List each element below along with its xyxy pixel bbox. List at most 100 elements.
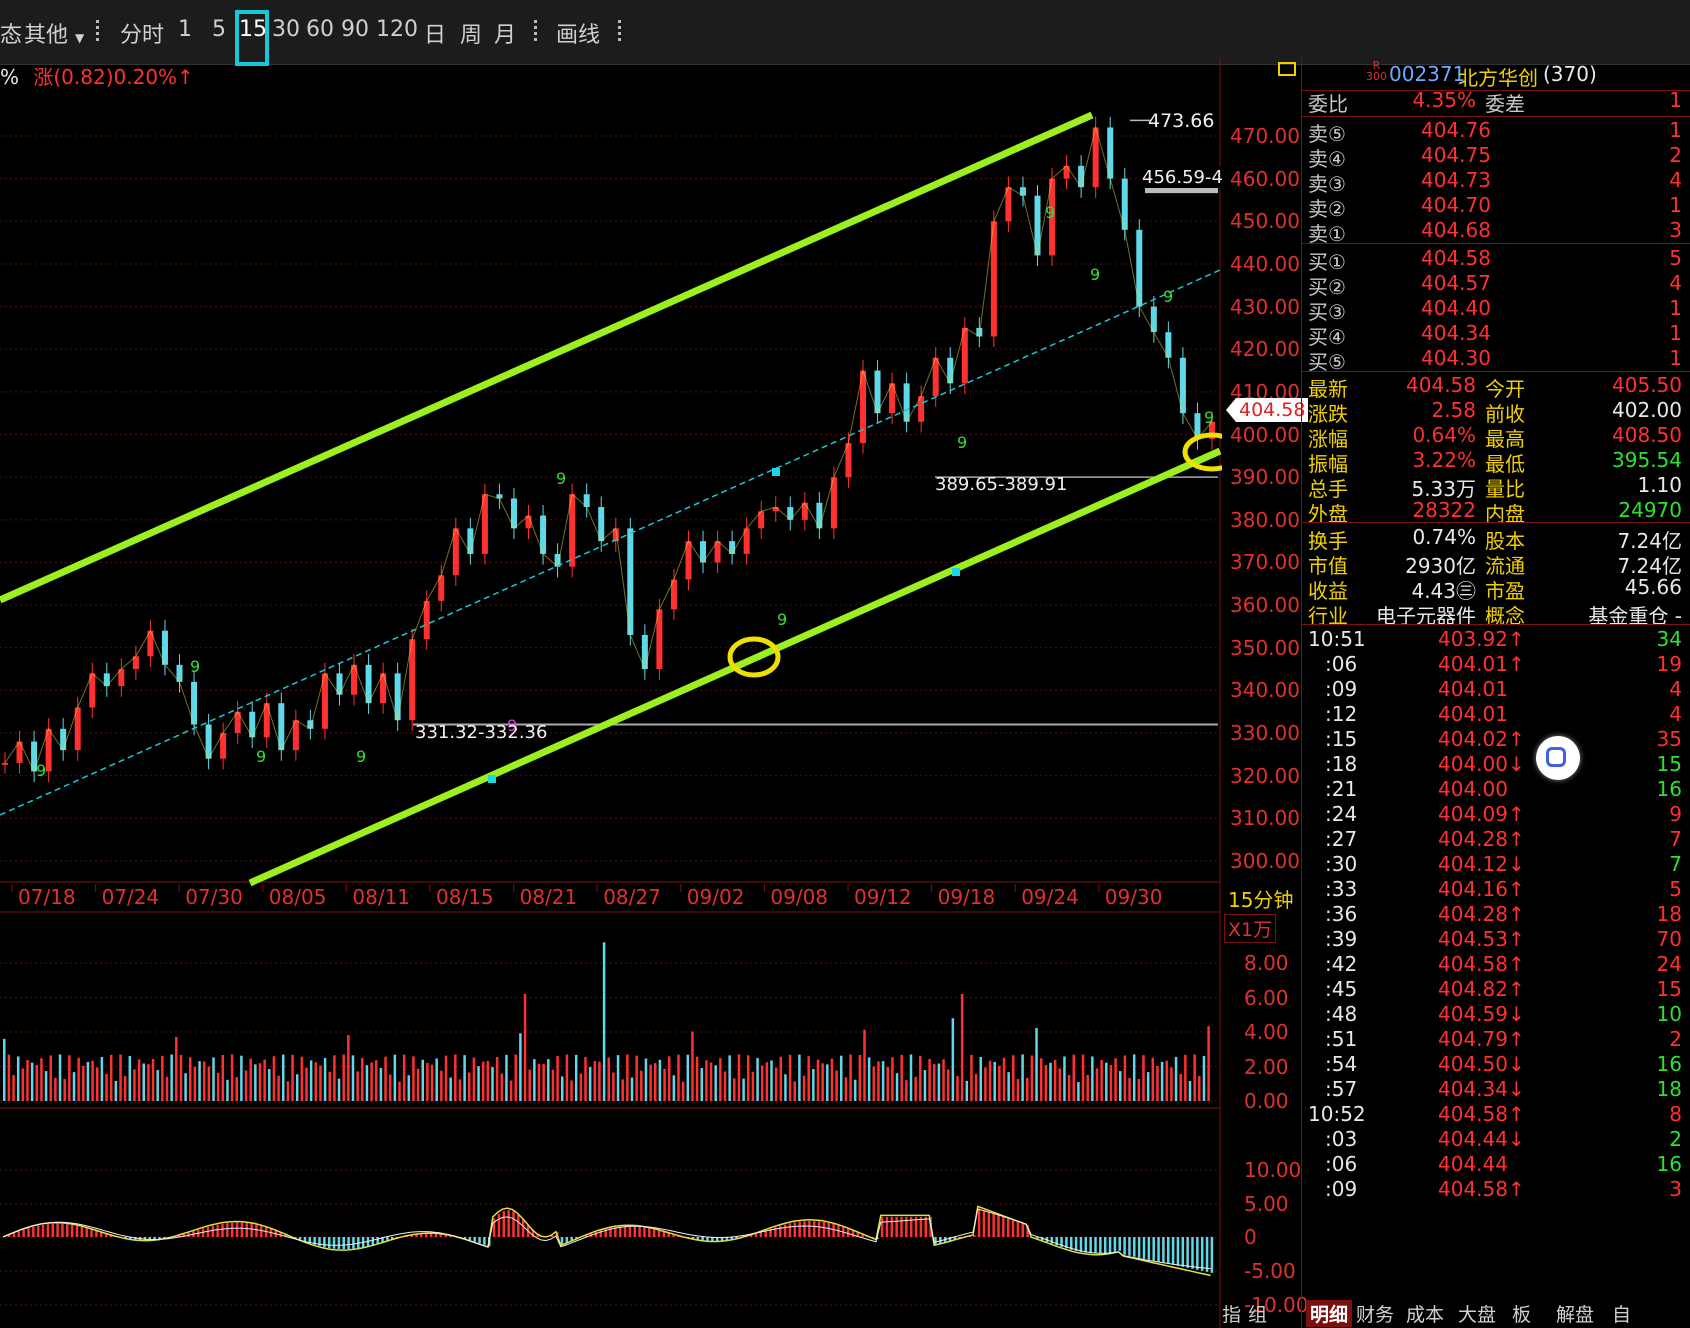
volume-bar <box>477 1066 480 1101</box>
volume-bar <box>179 1054 183 1101</box>
bottom-tab[interactable]: 成本 <box>1406 1300 1444 1327</box>
bottom-tab[interactable]: 解盘 <box>1556 1300 1594 1327</box>
toolbar-item-day[interactable]: 日 <box>424 17 446 49</box>
tick-time: :54 <box>1325 1052 1358 1076</box>
bottom-tab[interactable]: 自 <box>1612 1300 1631 1327</box>
volume-bar <box>993 1061 996 1101</box>
indicator-bar <box>1108 1237 1112 1253</box>
indicator-bar <box>638 1226 641 1237</box>
volume-bar <box>640 1070 643 1101</box>
volume-bar <box>951 1018 955 1101</box>
volume-bar <box>965 1080 969 1101</box>
ask-price: 404.73 <box>1421 168 1491 192</box>
volume-bar <box>840 1055 843 1101</box>
toolbar-item-month[interactable]: 月 <box>494 17 516 49</box>
volume-bar <box>21 1068 25 1101</box>
bid-level-row[interactable]: 买⑤ 404.30 1 <box>1301 346 1690 374</box>
volume-bar <box>570 1080 573 1101</box>
toolbar-item-90min[interactable]: 90 <box>341 17 369 42</box>
volume-bar <box>909 1054 913 1101</box>
td-count-marker: 9 <box>1204 408 1214 427</box>
volume-bar <box>189 1057 192 1101</box>
price-tick-label: 370.00 <box>1230 550 1300 575</box>
indicator-bar <box>779 1225 782 1237</box>
divider <box>1301 624 1690 625</box>
tick-volume: 16 <box>1656 1152 1682 1176</box>
ask-level-row[interactable]: 卖② 404.70 1 <box>1301 193 1690 221</box>
price-trace-line <box>4 125 1213 773</box>
bid-price: 404.58 <box>1421 246 1491 270</box>
tick-time: :33 <box>1325 877 1358 901</box>
indicator-bar <box>1099 1237 1102 1254</box>
bid-volume: 1 <box>1669 321 1682 345</box>
bottom-tab[interactable]: 板 <box>1512 1300 1531 1327</box>
volume-bar <box>891 1057 894 1101</box>
volume-bar <box>681 1081 685 1101</box>
bottom-tab[interactable]: 组 <box>1248 1300 1267 1327</box>
toolbar-item-120min[interactable]: 120 <box>376 17 418 42</box>
indicator-tick-label: 0 <box>1244 1225 1257 1249</box>
bid-level-row[interactable]: 买③ 404.40 1 <box>1301 296 1690 324</box>
volume-bar <box>54 1077 57 1101</box>
stat-value: 402.00 <box>1612 398 1682 422</box>
bottom-tab[interactable]: 明细 <box>1306 1300 1353 1327</box>
bottom-tab[interactable]: 大盘 <box>1458 1300 1496 1327</box>
bottom-tab[interactable]: 指 <box>1222 1300 1241 1327</box>
ask-level-row[interactable]: 卖⑤ 404.76 1 <box>1301 118 1690 146</box>
volume-bar <box>1198 1076 1201 1101</box>
toolbar-item-week[interactable]: 周 <box>460 17 482 49</box>
volume-bar <box>914 1076 917 1101</box>
date-tick-label: 08/21 <box>519 885 578 909</box>
volume-bar <box>72 1072 76 1101</box>
indicator-bar <box>905 1216 908 1237</box>
tick-detail-row: :33 404.16↑ 5 <box>1301 877 1690 904</box>
bid-level-row[interactable]: 买② 404.57 4 <box>1301 271 1690 299</box>
volume-bar <box>509 1080 513 1101</box>
bid-price: 404.30 <box>1421 346 1491 370</box>
volume-bar <box>626 1054 629 1101</box>
volume-bar <box>481 1061 485 1101</box>
toolbar-item-60min[interactable]: 60 <box>306 17 334 42</box>
indicator-bar <box>560 1237 564 1245</box>
chart-area: 99 9999999999 <box>0 58 1222 1328</box>
price-tick-label: 420.00 <box>1230 337 1300 362</box>
volume-bar <box>356 1071 359 1101</box>
toolbar-item-30min[interactable]: 30 <box>272 17 300 42</box>
toolbar-item-draw[interactable]: 画线 <box>556 17 600 49</box>
volume-bar <box>523 994 527 1101</box>
stat-value: 408.50 <box>1612 423 1682 447</box>
indicator-bar <box>502 1211 506 1237</box>
tick-volume: 9 <box>1669 802 1682 826</box>
bottom-tab[interactable]: 财务 <box>1356 1300 1394 1327</box>
bid-level-row[interactable]: 买① 404.58 5 <box>1301 246 1690 274</box>
toolbar-item-5min[interactable]: 5 <box>212 17 226 42</box>
tick-volume: 18 <box>1656 902 1682 926</box>
bid-level-row[interactable]: 买④ 404.34 1 <box>1301 321 1690 349</box>
price-tick-label: 390.00 <box>1230 465 1300 490</box>
indicator-bar <box>1142 1237 1146 1259</box>
date-tick-label: 09/08 <box>770 885 829 909</box>
tick-time: 10:52 <box>1308 1102 1366 1126</box>
ask-level-row[interactable]: 卖① 404.68 3 <box>1301 218 1690 246</box>
window-toggle-icon[interactable] <box>1278 62 1296 76</box>
ask-level-row[interactable]: 卖④ 404.75 2 <box>1301 143 1690 171</box>
indicator-bar <box>793 1222 797 1237</box>
fundamental-row[interactable]: 行业 电子元器件 概念 基金重仓 - <box>1301 600 1690 628</box>
assistant-float-button[interactable] <box>1536 736 1580 780</box>
toolbar-item-state[interactable]: 态 <box>0 17 22 49</box>
volume-bar <box>388 1074 392 1101</box>
toolbar-item-other[interactable]: 其他 ▼ <box>24 17 84 49</box>
volume-bar <box>984 1067 987 1101</box>
tick-volume: 34 <box>1656 627 1682 651</box>
tick-volume: 7 <box>1669 827 1682 851</box>
volume-bar <box>970 1054 973 1101</box>
volume-bar <box>547 1059 550 1101</box>
volume-bar <box>946 1069 950 1101</box>
volume-bar <box>844 1077 848 1101</box>
volume-bar <box>574 1054 578 1101</box>
toolbar-item-intraday[interactable]: 分时 <box>120 17 164 49</box>
indicator-bar <box>240 1222 244 1237</box>
volume-bar <box>886 1066 889 1101</box>
ask-level-row[interactable]: 卖③ 404.73 4 <box>1301 168 1690 196</box>
toolbar-item-1min[interactable]: 1 <box>178 17 192 42</box>
